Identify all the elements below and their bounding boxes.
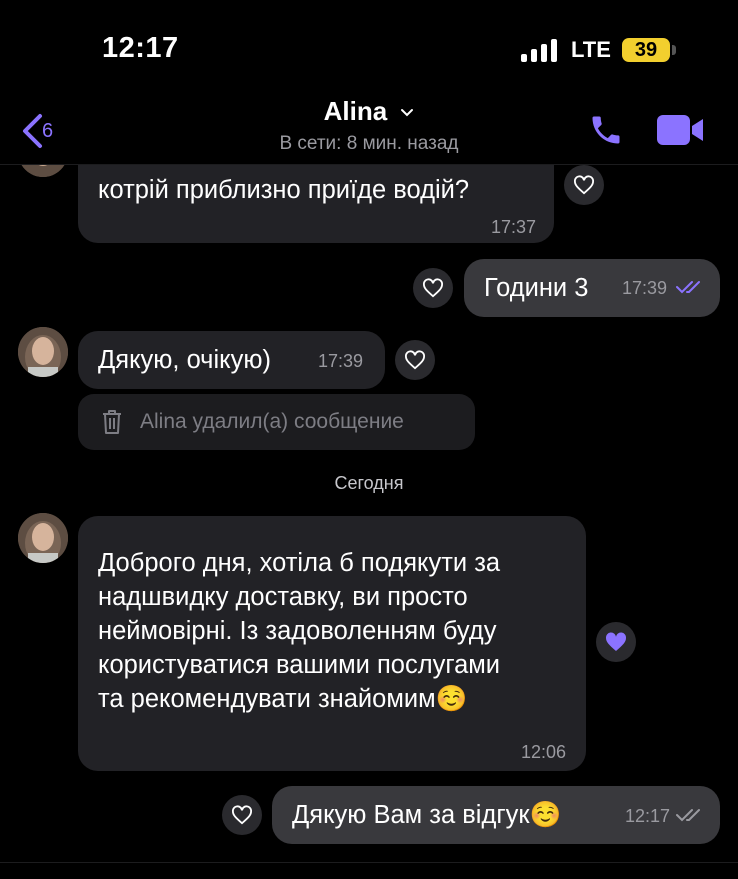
- outgoing-message[interactable]: Години 3 17:39: [464, 259, 720, 317]
- avatar[interactable]: [18, 165, 68, 177]
- chat-thread[interactable]: … котрій приблизно приїде водій? 17:37 Г…: [0, 165, 738, 865]
- double-check-icon: [676, 809, 700, 822]
- network-type: LTE: [571, 37, 611, 62]
- message-text: Дякую Вам за відгук☺️: [292, 801, 562, 829]
- avatar-image: [18, 513, 68, 563]
- like-button[interactable]: [395, 340, 435, 380]
- video-call-icon[interactable]: [656, 113, 704, 147]
- message-text-line: надшвидку доставку, ви просто: [98, 583, 468, 611]
- message-text: Години 3: [484, 274, 589, 302]
- chevron-down-icon[interactable]: [400, 108, 414, 117]
- heart-outline-icon: [574, 175, 594, 195]
- signal-icon: [521, 38, 559, 62]
- message-time: 17:39: [622, 278, 668, 298]
- status-time: 12:17: [102, 32, 179, 64]
- contact-title[interactable]: Alina: [0, 96, 738, 127]
- deleted-message-notice: Alina удалил(а) сообщение: [78, 394, 475, 450]
- message-time: 17:39: [318, 351, 364, 371]
- battery-icon: 39: [622, 38, 670, 62]
- message-time: 17:37: [490, 217, 536, 237]
- like-button[interactable]: [222, 795, 262, 835]
- message-text-line: Доброго дня, хотіла б подякути за: [98, 549, 501, 577]
- double-check-icon: [676, 281, 700, 294]
- heart-outline-icon: [423, 278, 443, 298]
- incoming-message[interactable]: Дякую, очікую) 17:39: [78, 331, 385, 389]
- avatar-image: [18, 327, 68, 377]
- avatar[interactable]: [18, 513, 68, 563]
- like-button-active[interactable]: [596, 622, 636, 662]
- outgoing-message[interactable]: Дякую Вам за відгук☺️ 12:17: [272, 786, 720, 844]
- presence-status: В сети: 8 мин. назад: [279, 133, 459, 154]
- contact-name[interactable]: Alina: [324, 96, 388, 126]
- battery-level: 39: [634, 39, 658, 61]
- heart-outline-icon: [232, 805, 252, 825]
- composer-divider: [0, 862, 738, 863]
- avatar[interactable]: [18, 327, 68, 377]
- avatar-image: [18, 165, 68, 177]
- message-text: Дякую, очікую): [98, 346, 271, 374]
- message-text-line: котрій приблизно приїде водій?: [98, 176, 470, 204]
- like-button[interactable]: [413, 268, 453, 308]
- deleted-message-text: Alina удалил(а) сообщение: [140, 410, 404, 433]
- incoming-message[interactable]: Доброго дня, хотіла б подякути за надшви…: [78, 516, 586, 771]
- message-text-line: неймовірні. Із задоволенням буду: [98, 617, 497, 645]
- date-separator: Сегодня: [334, 473, 404, 493]
- incoming-message[interactable]: … котрій приблизно приїде водій? 17:37: [78, 165, 554, 243]
- heart-filled-icon: [605, 632, 627, 651]
- message-text-line: та рекомендувати знайомим☺️: [98, 685, 468, 713]
- like-button[interactable]: [564, 165, 604, 205]
- message-time: 12:06: [520, 742, 566, 762]
- heart-outline-icon: [405, 350, 425, 370]
- message-text-line: користуватися вашими послугами: [98, 651, 501, 679]
- message-time: 12:17: [625, 806, 671, 826]
- battery-cap: [672, 45, 676, 55]
- phone-icon[interactable]: [588, 112, 624, 148]
- trash-icon: [103, 410, 121, 434]
